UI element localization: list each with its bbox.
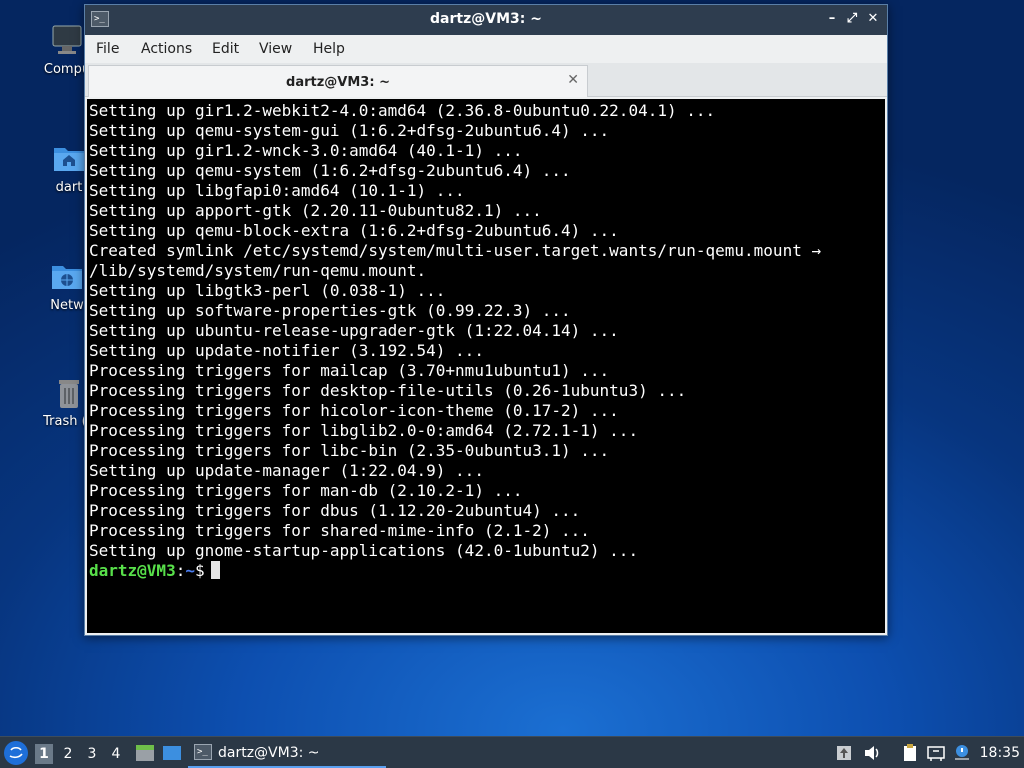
trash-icon	[51, 374, 87, 410]
terminal-line: Setting up qemu-block-extra (1:6.2+dfsg-…	[89, 221, 619, 240]
terminal-line: Processing triggers for shared-mime-info…	[89, 521, 590, 540]
maximize-button[interactable]: ⤢	[843, 10, 861, 28]
menubar: File Actions Edit View Help	[85, 35, 887, 63]
network-icon	[927, 746, 945, 761]
workspace-1[interactable]: 1	[35, 744, 53, 764]
tray-network[interactable]	[926, 743, 946, 763]
terminal-line: Setting up gir1.2-wnck-3.0:amd64 (40.1-1…	[89, 141, 523, 160]
clock: 18:35	[979, 745, 1020, 761]
prompt-symbol: $	[194, 561, 205, 580]
start-menu-button[interactable]	[4, 741, 28, 765]
menu-edit[interactable]: Edit	[212, 41, 239, 57]
file-manager-launcher[interactable]	[134, 742, 156, 764]
tab-bar: dartz@VM3: ~ ✕	[85, 63, 887, 97]
clipboard-icon	[904, 744, 916, 761]
terminal-line: Setting up qemu-system-gui (1:6.2+dfsg-2…	[89, 121, 610, 140]
terminal-line: Processing triggers for libglib2.0-0:amd…	[89, 421, 639, 440]
prompt-separator: :	[175, 561, 186, 580]
prompt-path: ~	[185, 561, 195, 580]
window-titlebar[interactable]: >_ dartz@VM3: ~ – ⤢ ✕	[85, 5, 887, 35]
terminal-line: Setting up apport-gtk (2.20.11-0ubuntu82…	[89, 201, 542, 220]
terminal-line: Processing triggers for hicolor-icon-the…	[89, 401, 619, 420]
terminal-line: Processing triggers for man-db (2.10.2-1…	[89, 481, 523, 500]
terminal-line: Setting up update-notifier (3.192.54) ..…	[89, 341, 484, 360]
terminal-line: Processing triggers for mailcap (3.70+nm…	[89, 361, 610, 380]
tray-clipboard[interactable]	[900, 743, 920, 763]
tray-updates[interactable]	[834, 743, 854, 763]
notification-icon	[955, 745, 969, 760]
tab-terminal[interactable]: dartz@VM3: ~ ✕	[88, 65, 588, 97]
menu-view[interactable]: View	[259, 41, 292, 57]
show-desktop-icon	[163, 746, 181, 760]
terminal-line: Processing triggers for desktop-file-uti…	[89, 381, 687, 400]
tray-volume[interactable]	[862, 743, 882, 763]
tab-close-icon[interactable]: ✕	[567, 72, 579, 88]
terminal-prompt-line: dartz@VM3:~$	[89, 561, 885, 581]
home-folder-icon	[51, 140, 87, 176]
terminal-line: Setting up ubuntu-release-upgrader-gtk (…	[89, 321, 619, 340]
file-manager-icon	[136, 745, 154, 761]
update-icon	[837, 746, 851, 760]
menu-file[interactable]: File	[96, 41, 119, 57]
prompt-user-host: dartz@VM3	[89, 561, 176, 580]
computer-icon	[49, 22, 85, 58]
window-title: dartz@VM3: ~	[430, 11, 542, 27]
show-desktop-button[interactable]	[161, 742, 183, 764]
terminal-line: Created symlink /etc/systemd/system/mult…	[89, 241, 822, 260]
minimize-button[interactable]: –	[823, 10, 841, 28]
tray-notification[interactable]	[952, 743, 972, 763]
workspace-4[interactable]: 4	[107, 744, 125, 764]
menu-help[interactable]: Help	[313, 41, 345, 57]
terminal-line: Setting up qemu-system (1:6.2+dfsg-2ubun…	[89, 161, 571, 180]
taskbar: 1 2 3 4 >_ dartz@VM3: ~ 18:35	[0, 736, 1024, 768]
terminal-line: /lib/systemd/system/run-qemu.mount.	[89, 261, 427, 280]
terminal-line: Setting up gir1.2-webkit2-4.0:amd64 (2.3…	[89, 101, 716, 120]
volume-icon	[865, 746, 879, 760]
terminal-line: Setting up libgfapi0:amd64 (10.1-1) ...	[89, 181, 465, 200]
terminal-line: Setting up software-properties-gtk (0.99…	[89, 301, 571, 320]
text-cursor	[210, 561, 220, 579]
terminal-output[interactable]: Setting up gir1.2-webkit2-4.0:amd64 (2.3…	[87, 99, 885, 633]
terminal-line: Processing triggers for libc-bin (2.35-0…	[89, 441, 610, 460]
close-button[interactable]: ✕	[864, 10, 882, 28]
menu-actions[interactable]: Actions	[141, 41, 192, 57]
tab-label: dartz@VM3: ~	[286, 75, 390, 90]
terminal-lines: Setting up gir1.2-webkit2-4.0:amd64 (2.3…	[89, 101, 885, 561]
terminal-line: Setting up update-manager (1:22.04.9) ..…	[89, 461, 484, 480]
terminal-line: Processing triggers for dbus (1.12.20-2u…	[89, 501, 581, 520]
terminal-line: Setting up gnome-startup-applications (4…	[89, 541, 639, 560]
terminal-window: >_ dartz@VM3: ~ – ⤢ ✕ File Actions Edit …	[84, 4, 888, 636]
lubuntu-logo-icon	[5, 742, 27, 764]
terminal-line: Setting up libgtk3-perl (0.038-1) ...	[89, 281, 446, 300]
workspace-2[interactable]: 2	[59, 744, 77, 764]
taskbar-task-terminal[interactable]: >_ dartz@VM3: ~	[188, 738, 386, 768]
terminal-app-icon: >_	[194, 744, 212, 760]
taskbar-task-label: dartz@VM3: ~	[218, 745, 320, 761]
workspace-3[interactable]: 3	[83, 744, 101, 764]
network-folder-icon	[49, 258, 85, 294]
